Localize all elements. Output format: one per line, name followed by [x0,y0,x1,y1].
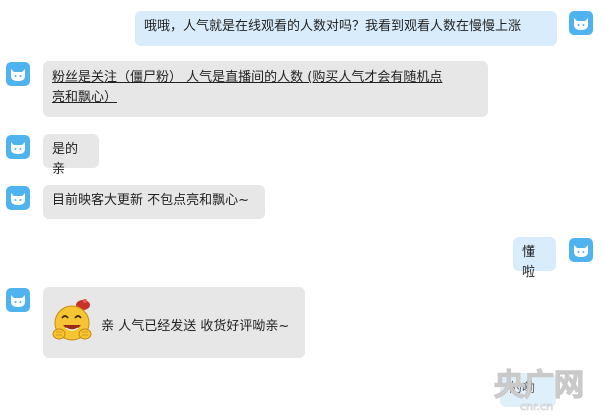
message-text-line: 粉丝是关注（僵尸粉） 人气是直播间的人数 (购买人气才会有随机点 [52,70,443,85]
avatar-seller[interactable] [6,135,30,159]
message-bubble-outgoing: 懂啦 [513,237,556,280]
cat-face-icon [11,69,25,81]
message-text: 目前映客大更新 不包点亮和飘心~ [52,193,250,208]
laughing-emoji-icon [51,296,95,344]
message-bubble-outgoing: 哦哦，人气就是在线观看的人数对吗？我看到观看人数在慢慢上涨 [135,11,557,46]
avatar-self[interactable] [569,238,593,262]
message-bubble-outgoing: 的嘞 [500,373,556,407]
avatar-seller[interactable] [6,186,30,210]
message-text: 亲 人气已经发送 收货好评呦亲~ [101,319,290,334]
message-text: 懂啦 [522,245,536,280]
message-text: 是的亲 [52,142,79,177]
message-text: 的嘞 [509,381,536,396]
cat-face-icon [11,193,25,205]
avatar-seller[interactable] [6,62,30,86]
cat-face-icon [11,295,25,307]
message-text: 哦哦，人气就是在线观看的人数对吗？我看到观看人数在慢慢上涨 [144,19,522,34]
chat-window: 哦哦，人气就是在线观看的人数对吗？我看到观看人数在慢慢上涨 粉丝是关注（僵尸粉）… [0,0,603,415]
message-bubble-incoming: 粉丝是关注（僵尸粉） 人气是直播间的人数 (购买人气才会有随机点 亮和飘心） [43,61,488,117]
message-bubble-incoming: 目前映客大更新 不包点亮和飘心~ [43,185,265,219]
message-bubble-incoming: 是的亲 [43,134,99,177]
message-bubble-incoming: 亲 人气已经发送 收货好评呦亲~ [43,287,305,358]
cat-face-icon [11,142,25,154]
avatar-self[interactable] [569,11,593,35]
cat-face-icon [574,245,588,257]
cat-face-icon [574,18,588,30]
avatar-seller[interactable] [6,288,30,312]
message-text-line: 亮和飘心） [52,90,118,105]
